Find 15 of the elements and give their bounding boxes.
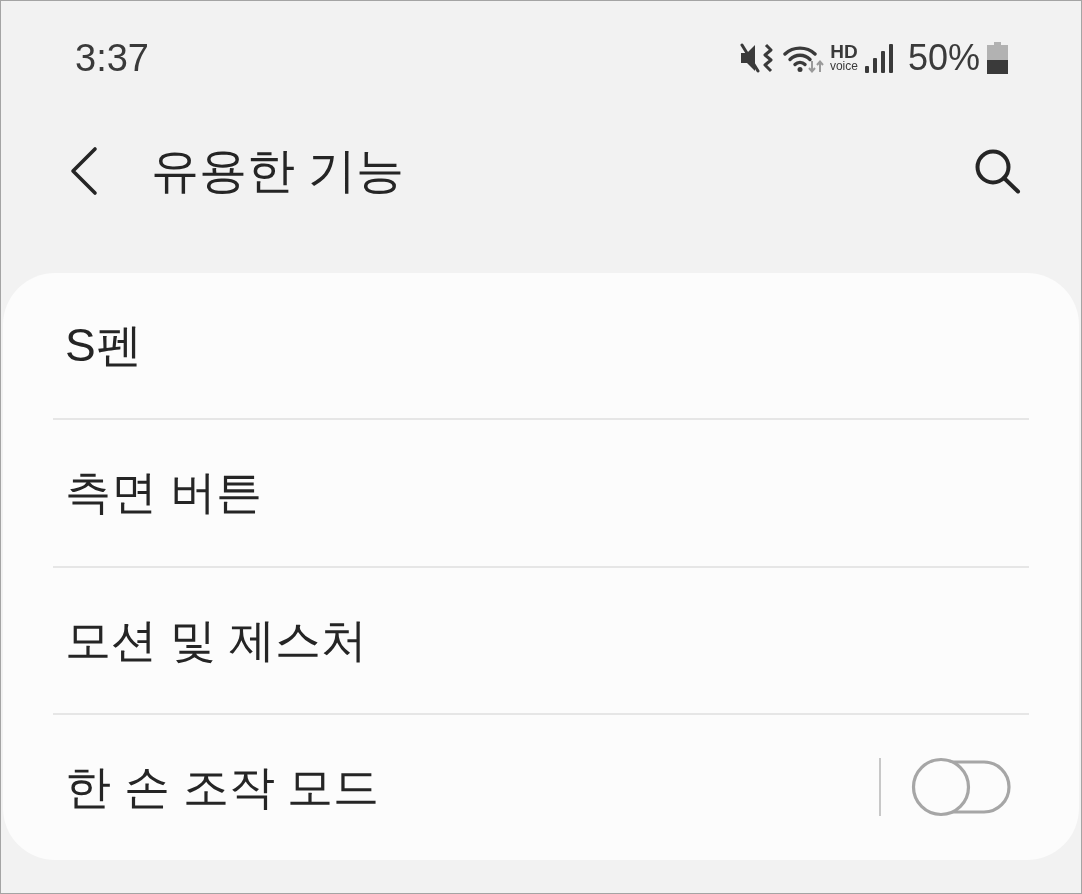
settings-item[interactable]: 한 손 조작 모드: [65, 759, 380, 815]
hd-label: HD: [830, 43, 858, 60]
speaker-mute-icon: [739, 41, 773, 74]
search-icon[interactable]: [973, 148, 1021, 194]
battery-icon: [987, 41, 1008, 74]
page-title: 유용한 기능: [151, 143, 406, 200]
battery-percent: 50%: [907, 39, 980, 76]
settings-item[interactable]: 측면 버튼: [65, 465, 262, 521]
status-time: 3:37: [75, 38, 149, 77]
signal-bars-icon: [863, 42, 895, 73]
back-button[interactable]: [69, 146, 99, 196]
toggle-switch[interactable]: [911, 757, 1011, 818]
voice-label: voice: [829, 60, 858, 72]
settings-item[interactable]: S펜: [65, 318, 142, 374]
settings-item[interactable]: 모션 및 제스처: [65, 612, 367, 668]
